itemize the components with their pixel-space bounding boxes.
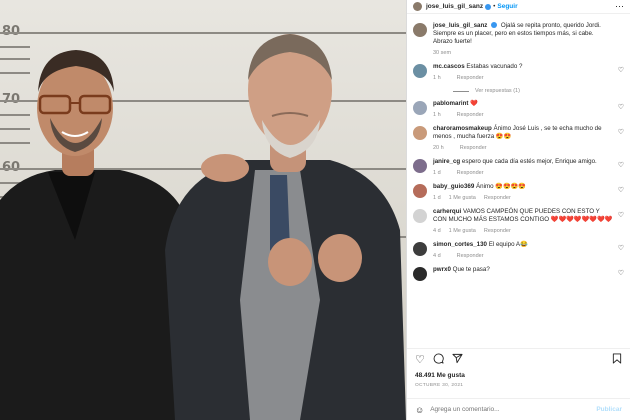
comment-like-icon[interactable]: ♡	[618, 161, 624, 169]
caption-time: 30 sem	[433, 50, 452, 56]
comment-like-icon[interactable]: ♡	[618, 244, 624, 252]
like-count[interactable]: 48.491 Me gusta	[415, 372, 622, 379]
comment-input[interactable]	[430, 406, 597, 413]
commenter-avatar[interactable]	[413, 184, 427, 198]
author-avatar[interactable]	[413, 23, 427, 37]
comment-like-icon[interactable]: ♡	[618, 128, 624, 136]
author-avatar[interactable]	[413, 2, 422, 11]
post-header: jose_luis_gil_sanz • Seguir ⋯	[407, 0, 630, 14]
comment-username[interactable]: pablomarint	[433, 100, 468, 107]
action-bar: ♡	[415, 353, 622, 367]
comments-list[interactable]: jose_luis_gil_sanz Ojalá se repita pront…	[407, 16, 630, 346]
post-footer: ♡ 48.491 Me gusta OCTUBRE 30, 2021	[407, 348, 630, 392]
commenter-avatar[interactable]	[413, 267, 427, 281]
comment-time: 1 h	[433, 75, 441, 81]
commenter-avatar[interactable]	[413, 126, 427, 140]
comment-item: mc.cascos Estabas vacunado ? 1 h Responder…	[413, 63, 624, 82]
post-photo[interactable]: 80 70 60 50	[0, 0, 406, 420]
comment-text: El equipo A😂	[488, 241, 528, 248]
comment-text: Estabas vacunado ?	[466, 63, 523, 70]
comment-time: 20 h	[433, 145, 444, 151]
comment-username[interactable]: charoramosmakeup	[433, 125, 492, 132]
comment-time: 4 d	[433, 253, 441, 259]
reply-button[interactable]: Responder	[457, 253, 484, 259]
comment-time: 1 d	[433, 170, 441, 176]
share-icon[interactable]	[452, 353, 463, 367]
commenter-avatar[interactable]	[413, 209, 427, 223]
comment-text: Ánimo 😍😍😍😍	[476, 183, 527, 190]
more-icon[interactable]: ⋯	[615, 2, 624, 11]
comment-item: janire_cg espero que cada día estés mejo…	[413, 158, 624, 177]
comment-item: pwrx0 Que te pasa? ♡	[413, 266, 624, 285]
bookmark-icon[interactable]	[612, 353, 622, 367]
comment-likes[interactable]: 1 Me gusta	[449, 195, 476, 201]
author-username[interactable]: jose_luis_gil_sanz	[426, 3, 483, 10]
comment-text: ❤️	[470, 100, 478, 107]
verified-badge-icon	[485, 3, 492, 10]
comment-item: carherqui VAMOS CAMPEÓN QUE PUEDES CON E…	[413, 208, 624, 235]
comment-text: espero que cada día estés mejor, Enrique…	[461, 158, 597, 165]
comment-username[interactable]: pwrx0	[433, 266, 451, 273]
verified-badge-icon	[491, 22, 498, 29]
comment-like-icon[interactable]: ♡	[618, 103, 624, 111]
comment-icon[interactable]	[433, 353, 444, 367]
comment-like-icon[interactable]: ♡	[618, 211, 624, 219]
commenter-avatar[interactable]	[413, 64, 427, 78]
comment-time: 1 d	[433, 195, 441, 201]
comment-text: Que te pasa?	[452, 266, 490, 273]
caption-author[interactable]: jose_luis_gil_sanz	[433, 22, 487, 29]
comment-like-icon[interactable]: ♡	[618, 66, 624, 74]
comment-like-icon[interactable]: ♡	[618, 186, 624, 194]
comment-username[interactable]: simon_cortes_130	[433, 241, 487, 248]
comment-time: 4 d	[433, 228, 441, 234]
commenter-avatar[interactable]	[413, 101, 427, 115]
commenter-avatar[interactable]	[413, 242, 427, 256]
comment-item: simon_cortes_130 El equipo A😂 4 d Responde…	[413, 241, 624, 260]
comments-panel: jose_luis_gil_sanz • Seguir ⋯ jose_luis_…	[406, 0, 630, 420]
view-replies-button[interactable]: Ver respuestas (1)	[453, 88, 624, 94]
post-date: OCTUBRE 30, 2021	[415, 383, 464, 388]
comment-username[interactable]: janire_cg	[433, 158, 460, 165]
add-comment-bar: ☺ Publicar	[407, 398, 630, 420]
comment-username[interactable]: carherqui	[433, 208, 461, 215]
two-men-figures	[0, 34, 406, 420]
comment-username[interactable]: mc.cascos	[433, 63, 465, 70]
reply-button[interactable]: Responder	[460, 145, 487, 151]
reply-button[interactable]: Responder	[457, 112, 484, 118]
comment-item: charoramosmakeup Ánimo José Luis , se te…	[413, 125, 624, 152]
reply-button[interactable]: Responder	[457, 75, 484, 81]
heart-icon[interactable]: ♡	[415, 354, 425, 366]
post-comment-button[interactable]: Publicar	[596, 406, 622, 413]
reply-button[interactable]: Responder	[484, 228, 511, 234]
comment-username[interactable]: baby_guio369	[433, 183, 474, 190]
caption: jose_luis_gil_sanz Ojalá se repita pront…	[413, 22, 624, 57]
reply-button[interactable]: Responder	[484, 195, 511, 201]
reply-button[interactable]: Responder	[457, 170, 484, 176]
comment-time: 1 h	[433, 112, 441, 118]
comment-like-icon[interactable]: ♡	[618, 269, 624, 277]
emoji-icon[interactable]: ☺	[415, 405, 424, 415]
commenter-avatar[interactable]	[413, 159, 427, 173]
follow-button[interactable]: Seguir	[497, 3, 517, 10]
comment-likes[interactable]: 1 Me gusta	[449, 228, 476, 234]
comment-item: pablomarint ❤️ 1 h Responder ♡	[413, 100, 624, 119]
comment-item: baby_guio369 Ánimo 😍😍😍😍 1 d 1 Me gusta Resp…	[413, 183, 624, 202]
